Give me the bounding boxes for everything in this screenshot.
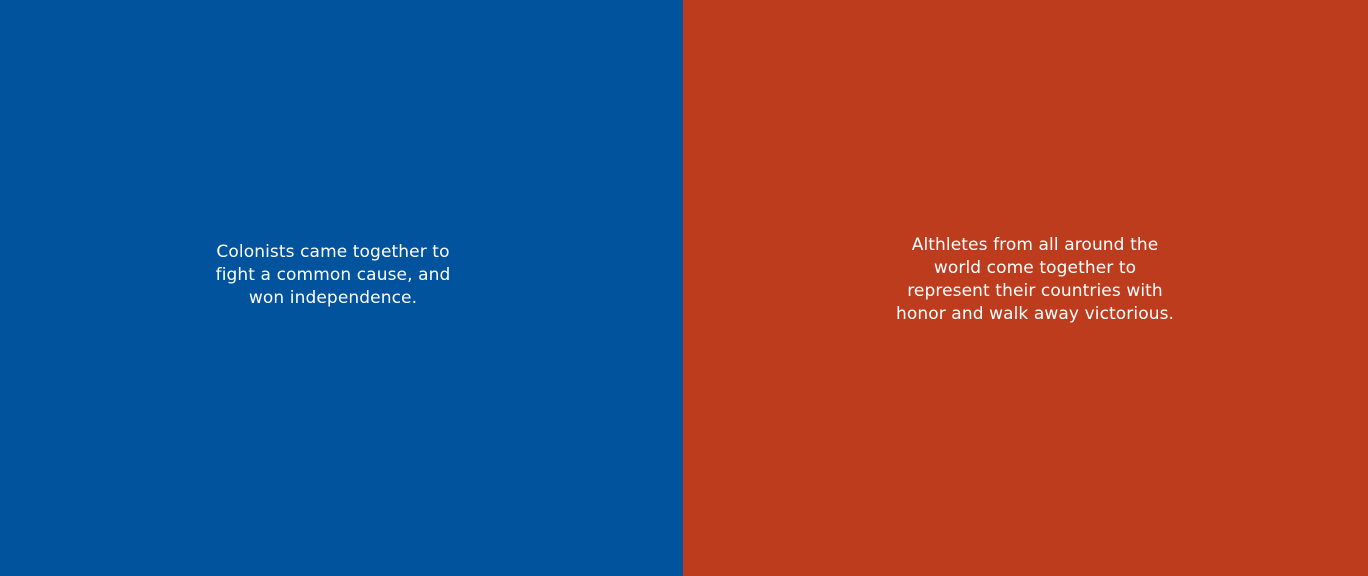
right-panel-line: world come together to	[933, 258, 1137, 278]
left-panel-line: won independence.	[248, 288, 418, 308]
right-panel-text: Althletes from all around the world come…	[896, 234, 1174, 326]
right-panel-line: represent their countries with	[907, 281, 1163, 301]
left-panel-line: fight a common cause, and	[215, 265, 451, 285]
right-panel: Althletes from all around the world come…	[683, 0, 1368, 576]
left-panel-line: Colonists came together to	[216, 242, 450, 262]
right-panel-line: Althletes from all around the	[911, 235, 1159, 255]
left-panel: Colonists came together to fight a commo…	[0, 0, 683, 576]
left-panel-text: Colonists came together to fight a commo…	[216, 241, 451, 310]
right-panel-line: honor and walk away victorious.	[895, 304, 1175, 324]
split-view: Colonists came together to fight a commo…	[0, 0, 1368, 576]
